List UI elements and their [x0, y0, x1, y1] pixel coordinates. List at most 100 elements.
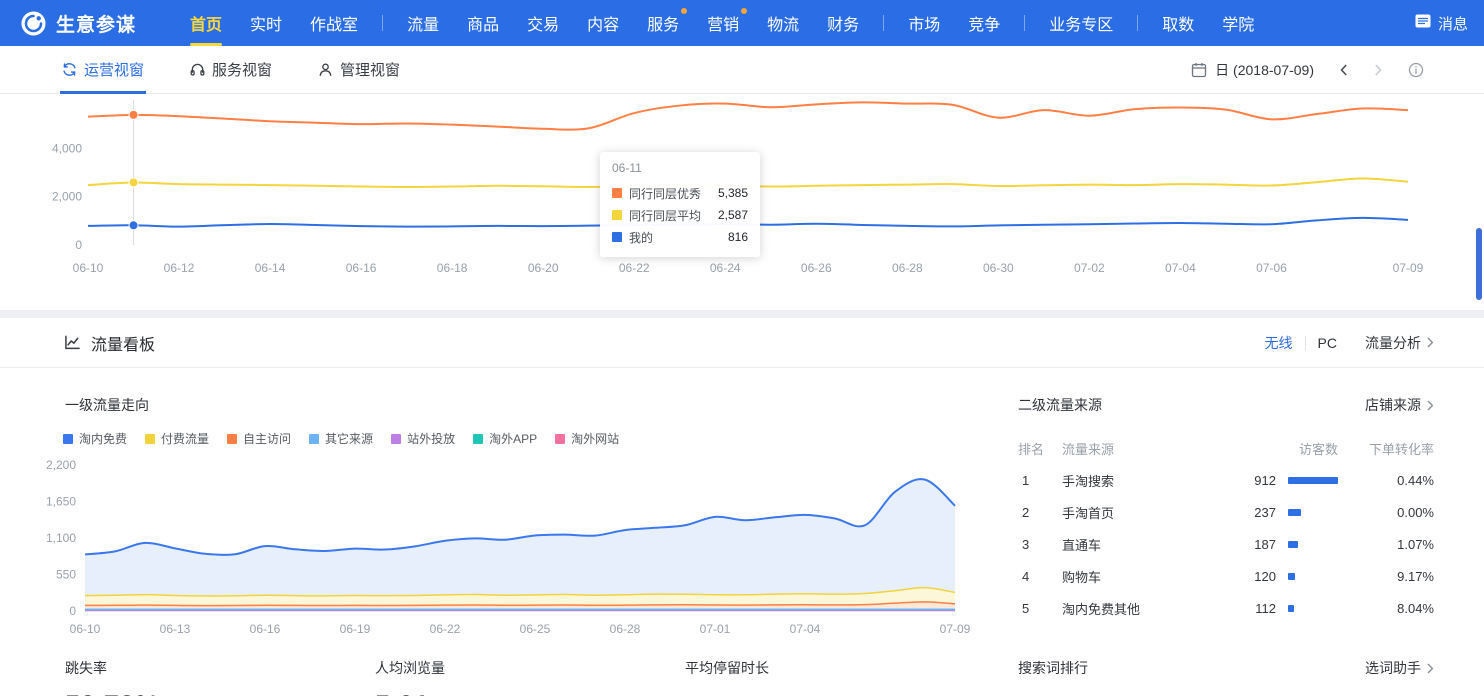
traffic-analysis-link[interactable]: 流量分析 [1365, 333, 1434, 353]
svg-text:0: 0 [75, 238, 82, 252]
word-helper-link[interactable]: 选词助手 [1365, 658, 1434, 678]
nav-item-label: 竞争 [968, 11, 1000, 35]
series-swatch [612, 188, 622, 198]
traffic-source-row[interactable]: 5淘内免费其他1128.04% [1018, 592, 1434, 624]
nav-item-business-zone[interactable]: 业务专区 [1035, 0, 1127, 46]
legend-item-external-site[interactable]: 淘外网站 [555, 430, 619, 447]
messages-label: 消息 [1438, 13, 1468, 34]
visitors-cell: 112 [1218, 601, 1276, 616]
traffic-source-row[interactable]: 4购物车1209.17% [1018, 560, 1434, 592]
traffic-area-chart[interactable]: 05501,1001,6502,20006-1006-1306-1606-190… [0, 451, 1000, 647]
tooltip-rows: 同行同层优秀5,385同行同层平均2,587我的816 [612, 182, 748, 248]
svg-text:4,000: 4,000 [52, 141, 82, 155]
nav-item-traffic[interactable]: 流量 [393, 0, 453, 46]
svg-text:06-28: 06-28 [610, 622, 641, 636]
sycm-dashboard-page: 生意参谋 首页 实时作战室流量商品交易内容服务营销物流财务 市场 竞争 业务专区 取数学院… [0, 0, 1484, 696]
legend-item-offsite-ads[interactable]: 站外投放 [391, 430, 455, 447]
legend-item-paid-traffic[interactable]: 付费流量 [145, 430, 209, 447]
source-cell: 淘内免费其他 [1062, 599, 1218, 618]
rank-cell: 1 [1018, 473, 1062, 488]
tab-service-view[interactable]: 服务视窗 [190, 46, 272, 93]
legend-item-taobao-free[interactable]: 淘内免费 [63, 430, 127, 447]
nav-item-academy[interactable]: 学院 [1208, 0, 1268, 46]
nav-item-marketing[interactable]: 营销 [693, 0, 753, 46]
svg-text:06-26: 06-26 [801, 261, 832, 275]
legend-item-other-source[interactable]: 其它来源 [309, 430, 373, 447]
nav-item-finance[interactable]: 财务 [813, 0, 873, 46]
nav-item-label: 内容 [587, 11, 619, 35]
toggle-pc[interactable]: PC [1318, 335, 1337, 351]
traffic-source-row[interactable]: 3直通车1871.07% [1018, 528, 1434, 560]
metric-1: 人均浏览量5.01 [375, 658, 685, 696]
chevron-right-icon [1427, 663, 1434, 674]
tab-management-view[interactable]: 管理视窗 [318, 46, 400, 93]
nav-item-competition[interactable]: 竞争 [954, 0, 1014, 46]
info-icon[interactable] [1408, 62, 1424, 78]
tab-operations-view[interactable]: 运营视窗 [62, 46, 144, 93]
svg-text:06-28: 06-28 [892, 261, 923, 275]
logo[interactable]: 生意参谋 [20, 10, 136, 37]
tooltip-series-row: 同行同层平均2,587 [612, 204, 748, 226]
nav-item-content[interactable]: 内容 [573, 0, 633, 46]
legend-swatch [145, 434, 155, 444]
visitors-cell: 120 [1218, 569, 1276, 584]
nav-item-data-fetch[interactable]: 取数 [1148, 0, 1208, 46]
scrollbar-thumb[interactable] [1476, 228, 1482, 300]
legend-label: 自主访问 [243, 430, 291, 447]
toggle-wireless[interactable]: 无线 [1265, 333, 1293, 353]
nav-item-label: 业务专区 [1049, 11, 1113, 35]
date-picker[interactable]: 日 (2018-07-09) [1191, 60, 1314, 80]
visitors-cell: 187 [1218, 537, 1276, 552]
visitors-bar-cell [1276, 509, 1338, 516]
calendar-icon [1191, 62, 1207, 78]
source-cell: 购物车 [1062, 567, 1218, 586]
svg-text:06-10: 06-10 [73, 261, 104, 275]
svg-text:07-04: 07-04 [790, 622, 821, 636]
notification-dot [741, 8, 747, 14]
chevron-right-icon [1427, 400, 1434, 411]
nav-item-market[interactable]: 市场 [894, 0, 954, 46]
rank-cell: 5 [1018, 601, 1062, 616]
nav-item-home[interactable]: 首页 [176, 0, 236, 46]
svg-text:06-13: 06-13 [160, 622, 191, 636]
series-swatch [612, 232, 622, 242]
nav-item-label: 实时 [250, 11, 282, 35]
legend-item-external-app[interactable]: 淘外APP [473, 430, 537, 447]
logo-text: 生意参谋 [56, 10, 136, 37]
search-rank-panel: 搜索词排行 选词助手 [1018, 658, 1434, 678]
nav-item-label: 营销 [707, 11, 739, 35]
visitors-bar [1288, 509, 1301, 516]
nav-item-service[interactable]: 服务 [633, 0, 693, 46]
top-nav-bar: 生意参谋 首页 实时作战室流量商品交易内容服务营销物流财务 市场 竞争 业务专区 取数学院… [0, 0, 1484, 46]
nav-item-logistics[interactable]: 物流 [753, 0, 813, 46]
chevron-left-icon[interactable] [1340, 64, 1348, 76]
date-label: 日 (2018-07-09) [1215, 60, 1314, 80]
shop-source-link[interactable]: 店铺来源 [1365, 395, 1434, 415]
svg-text:06-10: 06-10 [70, 622, 101, 636]
traffic-source-table: 1手淘搜索9120.44%2手淘首页2370.00%3直通车1871.07%4购… [1018, 464, 1434, 624]
traffic-source-row[interactable]: 1手淘搜索9120.44% [1018, 464, 1434, 496]
svg-text:06-18: 06-18 [437, 261, 468, 275]
visitors-bar [1288, 541, 1298, 548]
nav-item-product[interactable]: 商品 [453, 0, 513, 46]
svg-text:1,100: 1,100 [46, 531, 76, 545]
nav-item-trade[interactable]: 交易 [513, 0, 573, 46]
nav-item-label: 市场 [908, 11, 940, 35]
traffic-source-row[interactable]: 2手淘首页2370.00% [1018, 496, 1434, 528]
col-source: 流量来源 [1062, 439, 1218, 458]
board-title: 流量看板 [91, 331, 155, 355]
legend-label: 淘外网站 [571, 430, 619, 447]
rank-cell: 3 [1018, 537, 1062, 552]
board-chart-icon [64, 334, 81, 351]
legend-swatch [309, 434, 319, 444]
legend-item-self-visit[interactable]: 自主访问 [227, 430, 291, 447]
nav-item-realtime[interactable]: 实时 [236, 0, 296, 46]
nav-item-war-room[interactable]: 作战室 [296, 0, 372, 46]
chevron-right-icon[interactable] [1374, 64, 1382, 76]
messages-button[interactable]: 消息 [1415, 13, 1468, 34]
nav-item-label: 首页 [190, 11, 222, 35]
nav-item-label: 取数 [1162, 11, 1194, 35]
conversion-cell: 0.00% [1338, 505, 1434, 520]
visitors-bar [1288, 573, 1295, 580]
series-value: 2,587 [718, 208, 748, 222]
